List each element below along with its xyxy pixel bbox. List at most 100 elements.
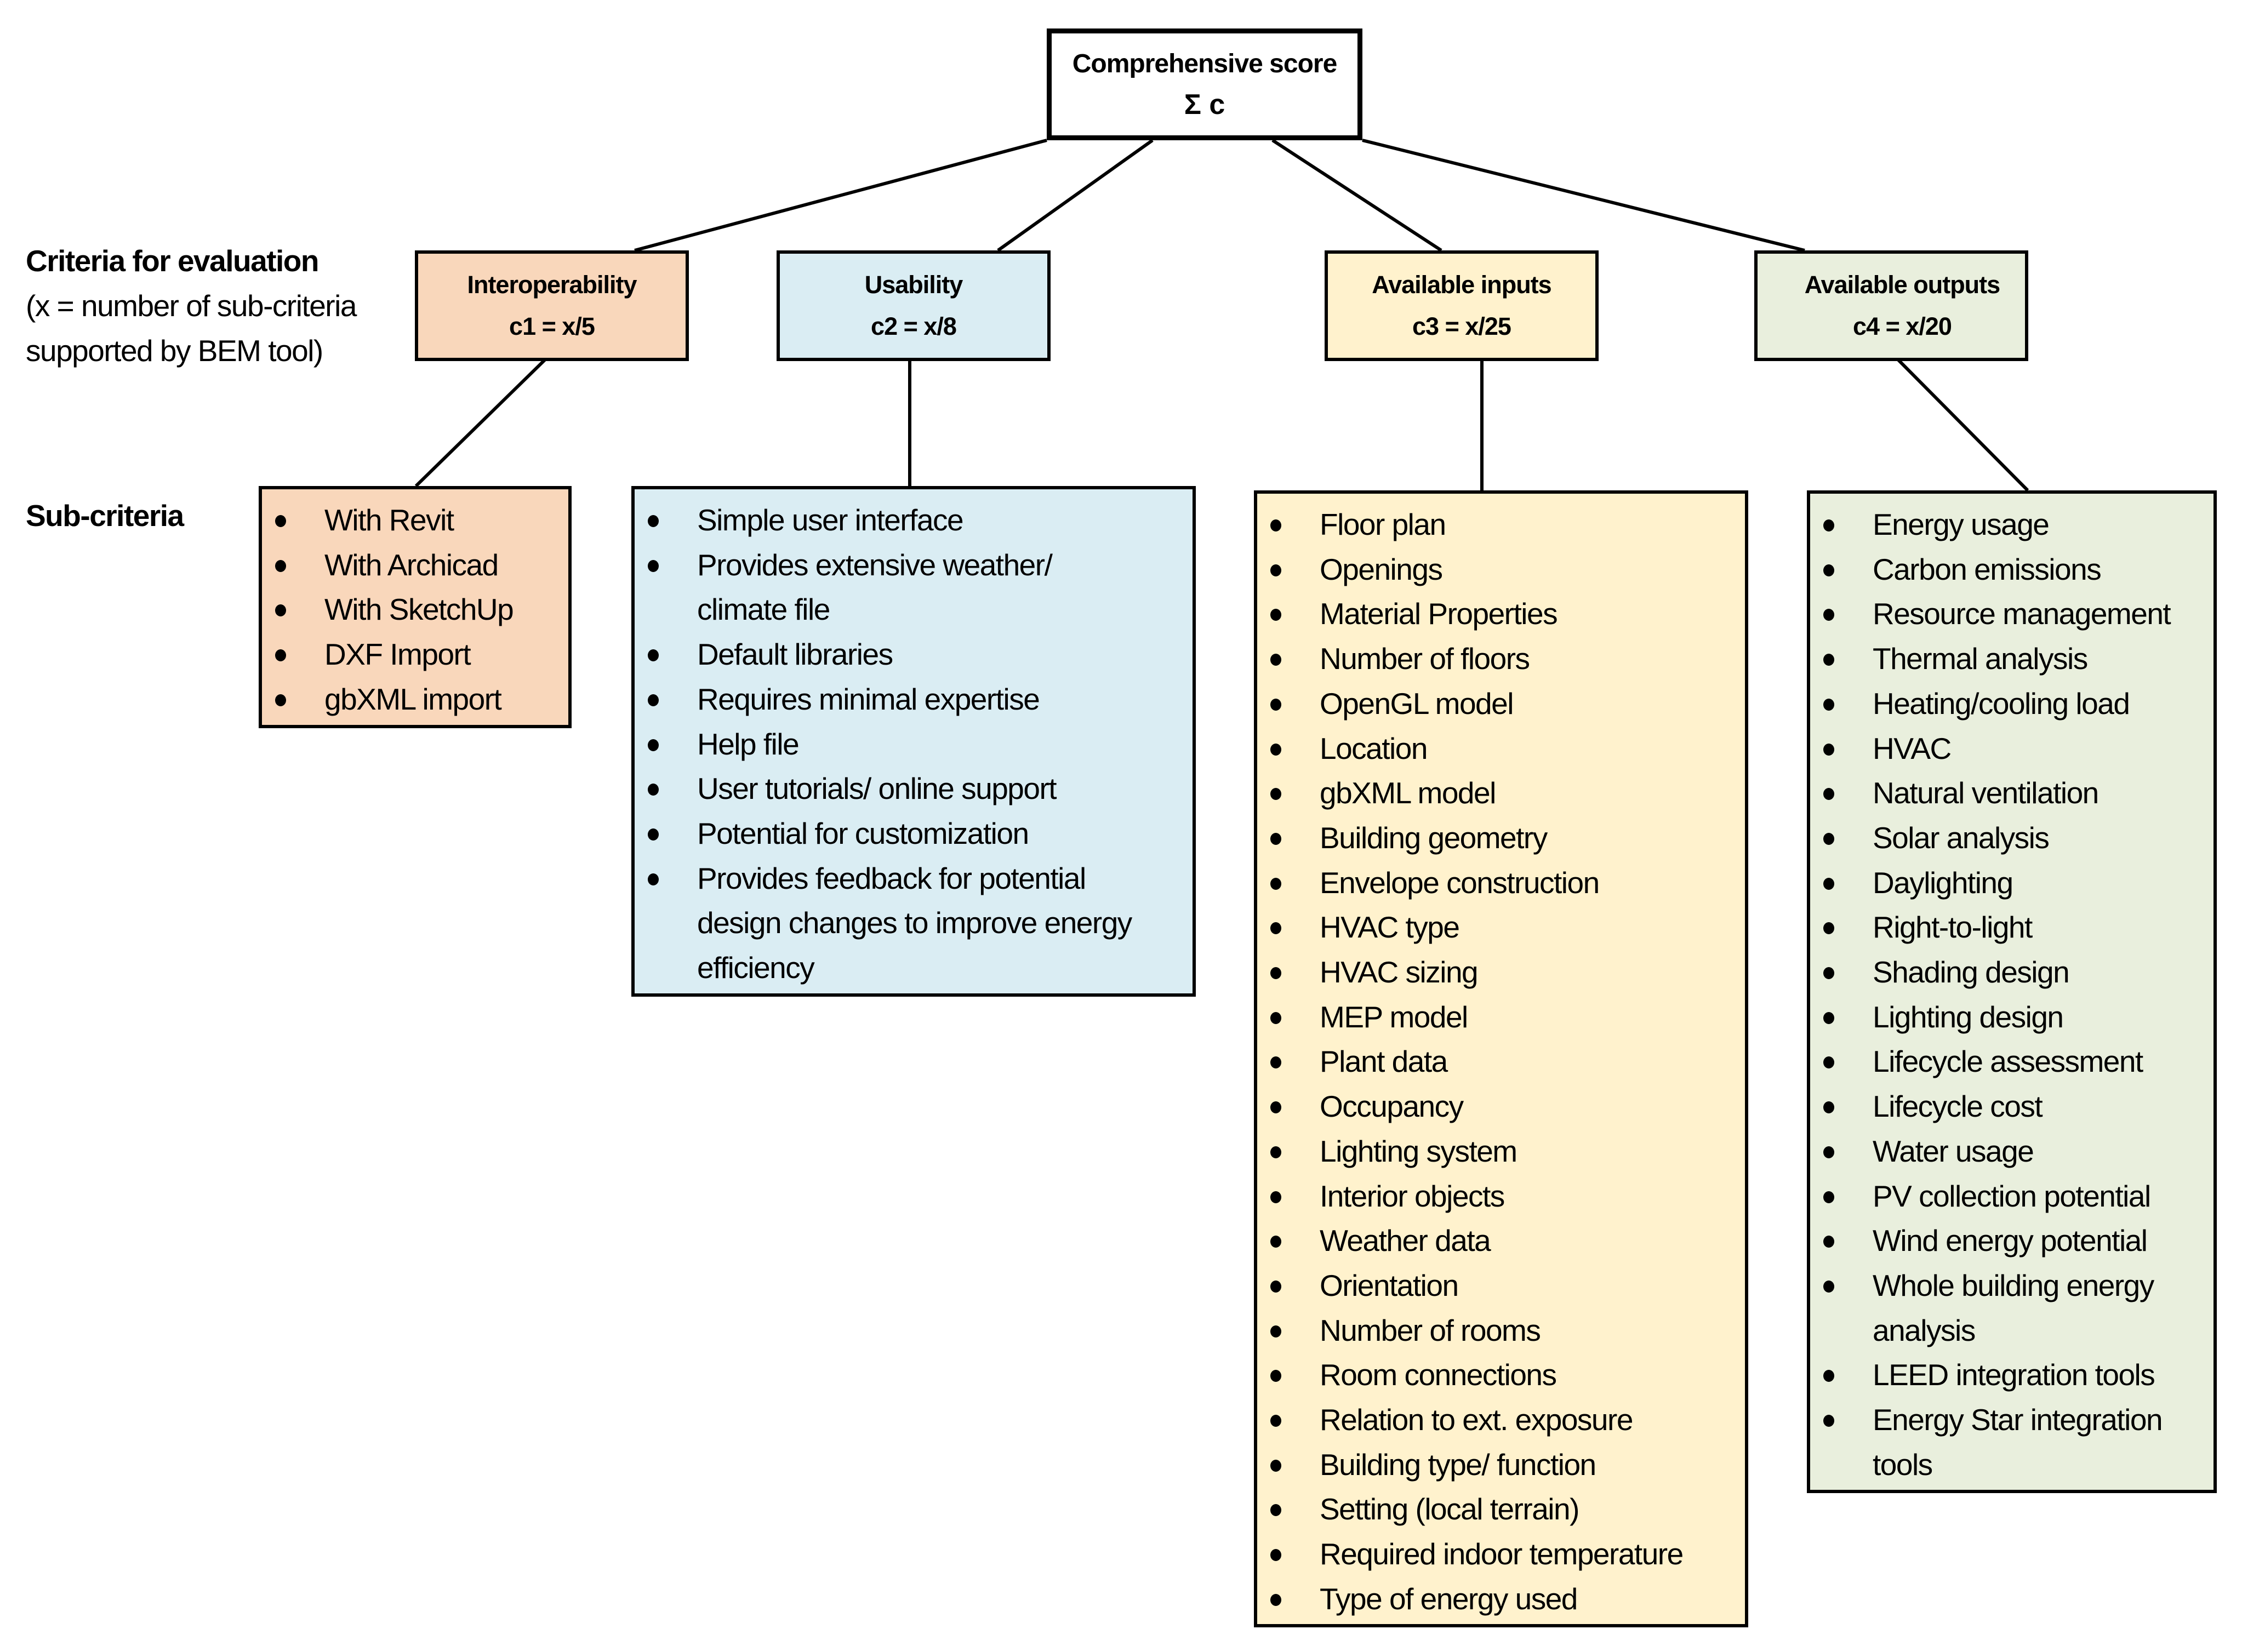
bullet-icon (1270, 1056, 1281, 1069)
bullet-icon (1270, 1191, 1281, 1203)
subcriterion-item: Right-to-light (1810, 905, 2208, 950)
subcriterion-label: LEED integration tools (1873, 1358, 2155, 1392)
bullet-icon (648, 515, 659, 527)
subcriterion-label: Right-to-light (1873, 910, 2033, 945)
subcriterion-label: Room connections (1320, 1358, 1557, 1392)
subcriterion-item: Material Properties (1257, 592, 1739, 637)
criterion-name: Interoperability (467, 271, 637, 299)
subcriterion-label: Shading design (1873, 955, 2070, 990)
subcriterion-label: Energy Star integration tools (1873, 1403, 2163, 1482)
bullet-icon (1270, 564, 1281, 576)
subcriterion-item: Shading design (1810, 950, 2208, 995)
subcriterion-label: Solar analysis (1873, 820, 2050, 855)
criterion-formula: c1 = x/5 (509, 312, 595, 340)
bullet-icon (1270, 1011, 1281, 1024)
subcriterion-label: Openings (1320, 552, 1443, 586)
subcriterion-label: Number of floors (1320, 642, 1530, 676)
subcriterion-label: Natural ventilation (1873, 776, 2099, 810)
bullet-icon (1270, 1325, 1281, 1337)
connector-outputs-sub (1897, 358, 2029, 492)
subcriterion-item: Resource management (1810, 592, 2208, 637)
subcriterion-label: Weather data (1320, 1224, 1491, 1258)
bullet-icon (275, 694, 286, 706)
subcriteria-heading: Sub-criteria (26, 499, 184, 533)
subcriterion-item: Lifecycle assessment (1810, 1039, 2208, 1084)
subcriterion-item: Water usage (1810, 1129, 2208, 1174)
subcriterion-item: gbXML import (262, 677, 563, 722)
subcriterion-label: MEP model (1320, 999, 1468, 1034)
subcriterion-item: Lighting system (1257, 1129, 1739, 1174)
bullet-icon (1270, 1504, 1281, 1517)
subcriterion-item: Thermal analysis (1810, 637, 2208, 682)
subcriterion-label: Type of energy used (1320, 1581, 1578, 1616)
criterion-interoperability: Interoperability c1 = x/5 (415, 250, 689, 361)
subcriterion-label: Number of rooms (1320, 1313, 1541, 1347)
subcriterion-label: Water usage (1873, 1134, 2034, 1168)
subcriterion-label: With Revit (324, 503, 454, 537)
bullet-icon (275, 649, 286, 662)
subcriterion-label: gbXML model (1320, 776, 1496, 810)
bullet-icon (1823, 1146, 1834, 1158)
bullet-icon (648, 739, 659, 751)
bullet-icon (1270, 1146, 1281, 1158)
subcriterion-item: Required indoor temperature (1257, 1532, 1739, 1577)
subcriterion-item: Weather data (1257, 1219, 1739, 1264)
bullet-icon (1823, 1236, 1834, 1248)
subcriterion-item: Plant data (1257, 1039, 1739, 1084)
bullet-icon (275, 559, 286, 572)
subcriterion-item: MEP model (1257, 995, 1739, 1040)
subcriterion-label: Material Properties (1320, 597, 1558, 631)
bullet-icon (275, 515, 286, 527)
subcriterion-item: HVAC sizing (1257, 950, 1739, 995)
subcriteria-interoperability: With Revit With Archicad With SketchUp DXF … (259, 486, 572, 728)
subcriterion-label: With SketchUp (324, 592, 514, 627)
subcriterion-label: HVAC (1873, 731, 1952, 765)
bullet-icon (1270, 1370, 1281, 1382)
subcriterion-item: Provides feedback for potential design c… (635, 856, 1187, 991)
subcriterion-item: With SketchUp (262, 587, 563, 632)
subcriterion-label: Potential for customization (697, 816, 1029, 850)
criterion-name: Available outputs (1804, 271, 2000, 299)
subcriterion-label: User tutorials/ online support (697, 771, 1057, 806)
subcriterion-label: Energy usage (1873, 507, 2050, 541)
subcriterion-label: PV collection potential (1873, 1179, 2151, 1213)
connector-root-usability (997, 139, 1154, 252)
subcriterion-item: With Revit (262, 498, 563, 543)
criterion-formula: c3 = x/25 (1412, 312, 1511, 340)
bullet-icon (1270, 967, 1281, 980)
subcriterion-label: Lighting design (1873, 999, 2064, 1034)
subcriterion-item: Orientation (1257, 1264, 1739, 1308)
subcriteria-list: Energy usage Carbon emissions Resource man… (1810, 502, 2208, 1487)
subcriterion-label: Floor plan (1320, 507, 1446, 541)
subcriterion-label: Plant data (1320, 1044, 1448, 1079)
subcriterion-item: Envelope construction (1257, 861, 1739, 906)
subcriterion-label: Envelope construction (1320, 865, 1600, 900)
subcriterion-item: PV collection potential (1810, 1174, 2208, 1219)
subcriteria-available-inputs: Floor plan Openings Material Properties Num… (1254, 490, 1748, 1627)
subcriterion-label: Lighting system (1320, 1134, 1518, 1168)
subcriterion-label: Setting (local terrain) (1320, 1492, 1579, 1527)
bullet-icon (1823, 1370, 1834, 1382)
bullet-icon (1823, 1101, 1834, 1114)
subcriterion-item: Interior objects (1257, 1174, 1739, 1219)
subcriterion-item: Simple user interface (635, 498, 1187, 543)
bullet-icon (648, 559, 659, 572)
subcriterion-label: Provides extensive weather/ climate file (697, 547, 1053, 627)
subcriterion-label: Help file (697, 727, 800, 761)
bullet-icon (275, 604, 286, 617)
subcriterion-item: LEED integration tools (1810, 1353, 2208, 1398)
criteria-note-line1: (x = number of sub-criteria (26, 289, 357, 323)
subcriterion-label: gbXML import (324, 682, 502, 716)
subcriterion-item: Number of rooms (1257, 1308, 1739, 1353)
subcriterion-item: Daylighting (1810, 861, 2208, 906)
subcriterion-item: Requires minimal expertise (635, 677, 1187, 722)
subcriterion-label: Resource management (1873, 597, 2171, 631)
subcriterion-item: Location (1257, 727, 1739, 771)
subcriterion-label: Requires minimal expertise (697, 682, 1040, 716)
bullet-icon (1270, 877, 1281, 890)
bullet-icon (1270, 832, 1281, 845)
subcriterion-item: Wind energy potential (1810, 1219, 2208, 1264)
bullet-icon (1270, 743, 1281, 756)
subcriterion-item: Natural ventilation (1810, 771, 2208, 816)
bullet-icon (1823, 877, 1834, 890)
